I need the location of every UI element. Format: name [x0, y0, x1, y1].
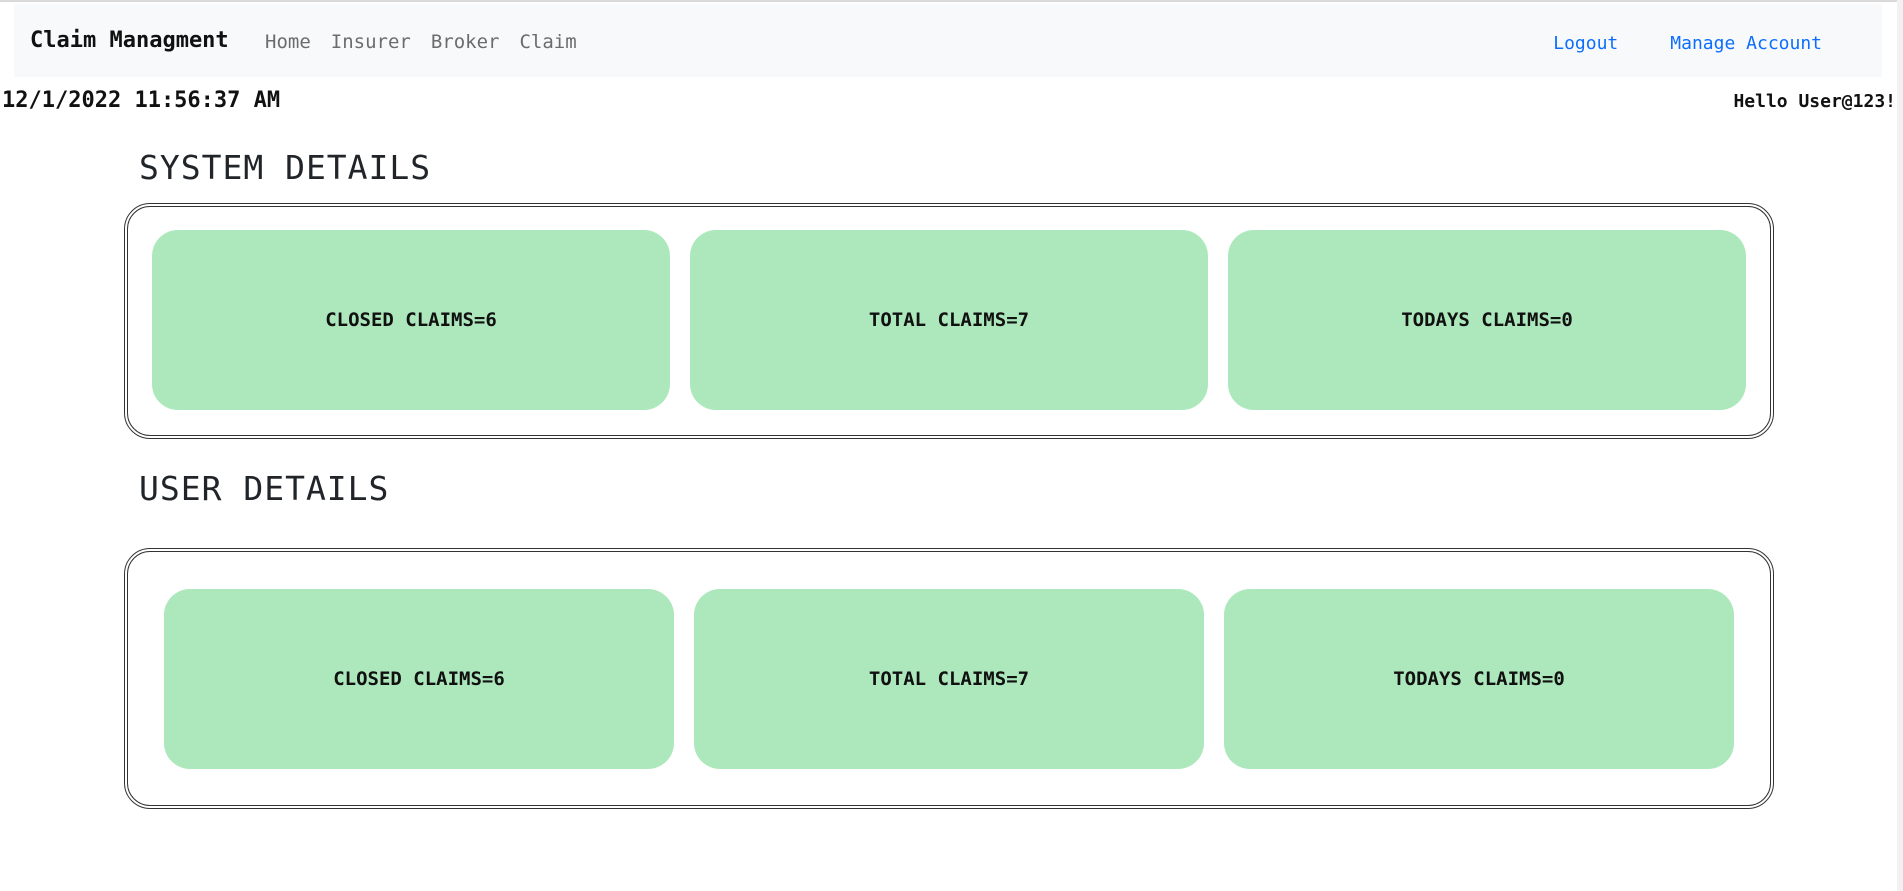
user-todays-claims-label: TODAYS CLAIMS=0	[1393, 668, 1565, 690]
system-total-claims-card: TOTAL CLAIMS=7	[690, 230, 1208, 410]
nav-link-claim[interactable]: Claim	[519, 30, 576, 54]
user-details-panel: CLOSED CLAIMS=6 TOTAL CLAIMS=7 TODAYS CL…	[124, 548, 1774, 809]
top-rule	[0, 0, 1903, 2]
system-closed-claims-label: CLOSED CLAIMS=6	[325, 309, 497, 331]
system-todays-claims-label: TODAYS CLAIMS=0	[1401, 309, 1573, 331]
logout-link[interactable]: Logout	[1553, 32, 1618, 56]
user-total-claims-card: TOTAL CLAIMS=7	[694, 589, 1204, 769]
system-closed-claims-card: CLOSED CLAIMS=6	[152, 230, 670, 410]
nav-account-links: Logout Manage Account	[1501, 32, 1822, 56]
system-details-panel: CLOSED CLAIMS=6 TOTAL CLAIMS=7 TODAYS CL…	[124, 203, 1774, 439]
user-closed-claims-card: CLOSED CLAIMS=6	[164, 589, 674, 769]
brand-title[interactable]: Claim Managment	[30, 28, 229, 54]
nav-link-home[interactable]: Home	[265, 30, 311, 54]
user-todays-claims-card: TODAYS CLAIMS=0	[1224, 589, 1734, 769]
nav-link-insurer[interactable]: Insurer	[331, 30, 411, 54]
system-todays-claims-card: TODAYS CLAIMS=0	[1228, 230, 1746, 410]
user-closed-claims-label: CLOSED CLAIMS=6	[333, 668, 505, 690]
nav-links: Home Insurer Broker Claim	[265, 30, 597, 54]
vertical-scrollbar[interactable]	[1897, 0, 1903, 891]
current-timestamp: 12/1/2022 11:56:37 AM	[2, 88, 281, 113]
navbar: Claim Managment Home Insurer Broker Clai…	[14, 4, 1882, 77]
user-greeting: Hello User@123!	[1733, 91, 1896, 112]
user-total-claims-label: TOTAL CLAIMS=7	[868, 668, 1030, 690]
user-details-title: USER DETAILS	[139, 469, 390, 508]
system-total-claims-label: TOTAL CLAIMS=7	[868, 309, 1030, 331]
system-details-title: SYSTEM DETAILS	[139, 148, 432, 187]
manage-account-link[interactable]: Manage Account	[1670, 32, 1822, 56]
nav-link-broker[interactable]: Broker	[431, 30, 500, 54]
